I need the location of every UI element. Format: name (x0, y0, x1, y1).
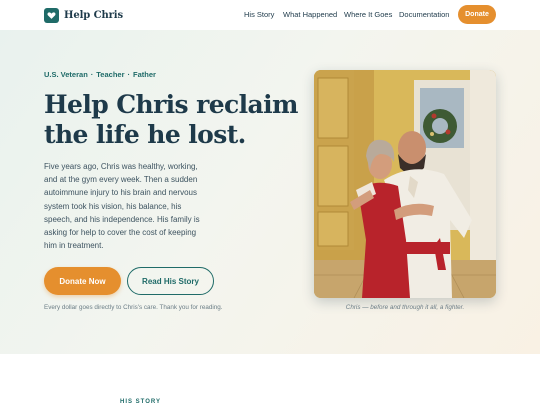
section-label-his-story: HIS STORY (120, 399, 162, 405)
hero-photo (314, 70, 496, 298)
eyebrow-item: Teacher (96, 70, 125, 79)
description-line: system took his vision, his balance, his (44, 201, 182, 211)
nav-link-what-happened[interactable]: What Happened (283, 10, 337, 19)
headline-line: Help Chris reclaim (44, 90, 298, 119)
hero-headline: Help Chris reclaim the life he lost. (44, 90, 304, 150)
nav-link-documentation[interactable]: Documentation (399, 10, 449, 19)
nav-link-where-it-goes[interactable]: Where It Goes (344, 10, 392, 19)
heart-icon (44, 7, 59, 23)
read-his-story-button[interactable]: Read His Story (127, 267, 214, 295)
eyebrow-separator: · (127, 70, 131, 79)
brand-name: Help Chris (64, 9, 124, 21)
donation-note: Every dollar goes directly to Chris's ca… (44, 304, 223, 311)
nav-link-his-story[interactable]: His Story (244, 10, 274, 19)
eyebrow-separator: · (90, 70, 94, 79)
hero-eyebrow: U.S. Veteran · Teacher · Father (44, 70, 156, 79)
top-nav: Help Chris His Story What Happened Where… (0, 0, 540, 30)
description-line: him in treatment. (44, 241, 104, 251)
nav-donate-button[interactable]: Donate (458, 5, 496, 24)
photo-caption: Chris — before and through it all, a fig… (345, 304, 465, 311)
donate-now-button[interactable]: Donate Now (44, 267, 121, 295)
hero-description: Five years ago, Chris was healthy, worki… (44, 160, 224, 252)
description-line: Five years ago, Chris was healthy, worki… (44, 162, 198, 171)
brand-logo[interactable]: Help Chris (44, 7, 123, 23)
description-line: autoimmune injury to his brain and nervo… (44, 188, 197, 198)
description-line: and at the gym every week. Then a sudden (44, 175, 198, 185)
description-line: speech, and his independence. His family… (44, 214, 200, 224)
eyebrow-item: Father (133, 70, 156, 79)
description-line: asking for help to cover the cost of kee… (44, 228, 197, 238)
headline-line: the life he lost. (44, 120, 246, 149)
eyebrow-item: U.S. Veteran (44, 70, 88, 79)
